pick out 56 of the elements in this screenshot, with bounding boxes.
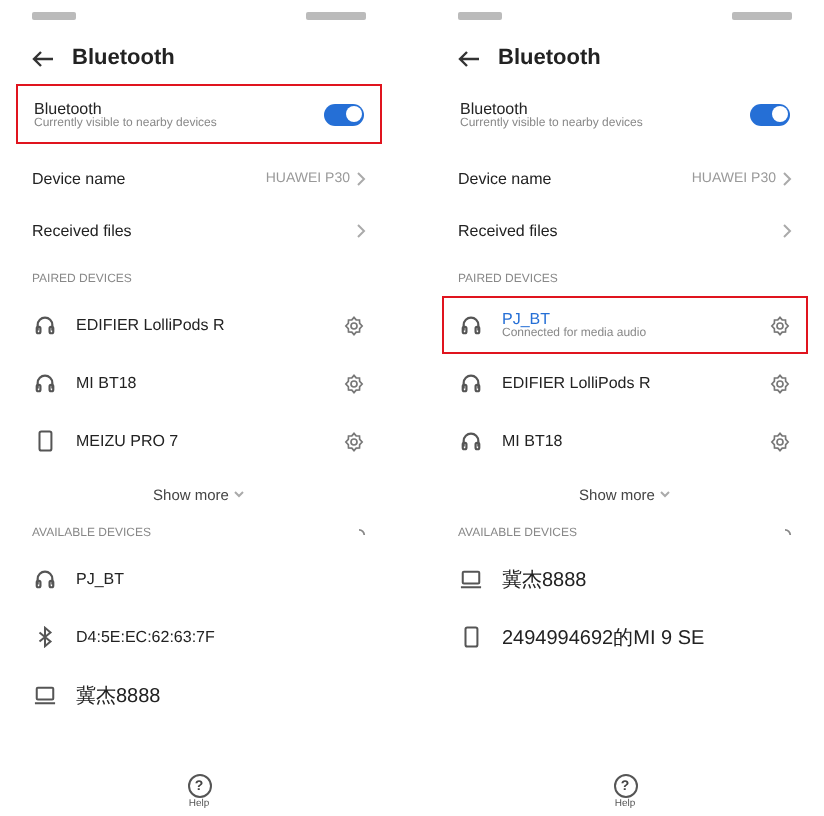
headphones-icon <box>460 314 482 336</box>
received-files-label[interactable]: Received files <box>32 221 132 239</box>
headphones-icon <box>34 372 56 394</box>
device-name: 冀杰8888 <box>502 567 587 593</box>
device-name: MI BT18 <box>76 374 137 392</box>
settings-icon[interactable] <box>344 315 364 335</box>
chevron-down-icon <box>234 490 245 498</box>
back-arrow-icon[interactable] <box>458 49 480 67</box>
device-name: 2494994692的MI 9 SE <box>502 625 705 651</box>
device-row[interactable]: 冀杰8888 <box>16 666 382 724</box>
device-name: EDIFIER LolliPods R <box>502 374 651 392</box>
device-row[interactable]: EDIFIER LolliPods R <box>16 296 382 354</box>
settings-icon[interactable] <box>770 373 790 393</box>
device-name: EDIFIER LolliPods R <box>76 316 225 334</box>
page-title: Bluetooth <box>72 46 175 70</box>
phone-icon <box>34 430 56 452</box>
device-name: 冀杰8888 <box>76 683 161 709</box>
back-arrow-icon[interactable] <box>32 49 54 67</box>
headphones-icon <box>460 430 482 452</box>
headphones-icon <box>34 314 56 336</box>
settings-icon[interactable] <box>344 431 364 451</box>
chevron-right-icon <box>782 171 792 185</box>
bluetooth-icon <box>34 626 56 648</box>
device-name: PJ_BT <box>502 310 551 328</box>
chevron-right-icon <box>782 223 792 237</box>
device-row[interactable]: EDIFIER LolliPods R <box>442 354 808 412</box>
laptop-icon <box>34 684 56 706</box>
device-row[interactable]: MEIZU PRO 7 <box>16 412 382 470</box>
device-name-label: Device name <box>32 169 126 187</box>
received-files-label[interactable]: Received files <box>458 221 558 239</box>
settings-icon[interactable] <box>770 431 790 451</box>
page-title: Bluetooth <box>498 46 601 70</box>
bluetooth-toggle[interactable] <box>324 103 364 125</box>
phone-icon <box>460 626 482 648</box>
device-row[interactable]: 2494994692的MI 9 SE <box>442 608 808 666</box>
device-row[interactable]: D4:5E:EC:62:63:7F <box>16 608 382 666</box>
chevron-right-icon <box>356 171 366 185</box>
device-row[interactable]: MI BT18 <box>442 412 808 470</box>
device-name: PJ_BT <box>76 570 125 588</box>
device-row[interactable]: 冀杰8888 <box>442 550 808 608</box>
headphones-icon <box>460 372 482 394</box>
headphones-icon <box>34 568 56 590</box>
bluetooth-toggle[interactable] <box>750 103 790 125</box>
bluetooth-label: Bluetooth <box>460 99 528 117</box>
device-name: D4:5E:EC:62:63:7F <box>76 628 215 646</box>
device-name: MI BT18 <box>502 432 563 450</box>
device-name-label: Device name <box>458 169 552 187</box>
device-row[interactable]: PJ_BT <box>16 550 382 608</box>
settings-icon[interactable] <box>344 373 364 393</box>
device-name: MEIZU PRO 7 <box>76 432 179 450</box>
laptop-icon <box>460 568 482 590</box>
bluetooth-label: Bluetooth <box>34 99 102 117</box>
chevron-down-icon <box>660 490 671 498</box>
settings-icon[interactable] <box>770 315 790 335</box>
device-row[interactable]: MI BT18 <box>16 354 382 412</box>
chevron-right-icon <box>356 223 366 237</box>
